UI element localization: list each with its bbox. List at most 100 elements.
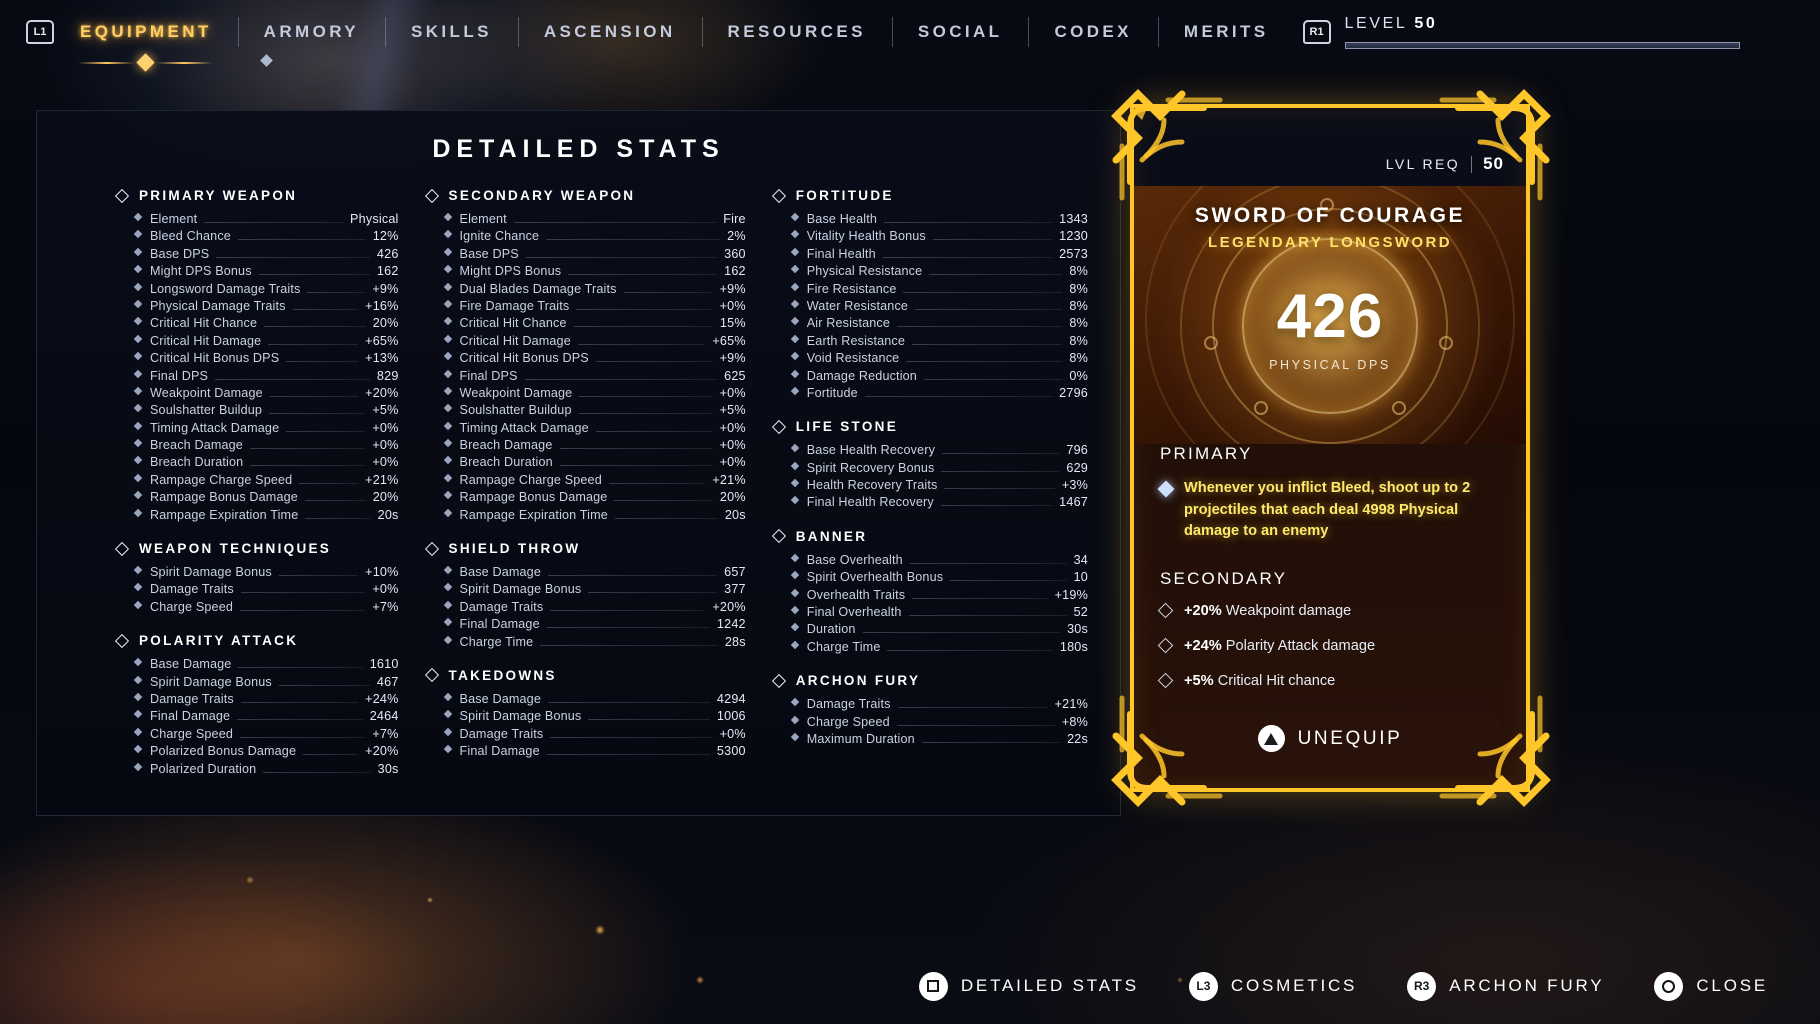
stat-row: Ignite Chance 2% <box>443 229 746 246</box>
bullet-diamond-icon <box>790 247 799 257</box>
stat-group-title: SHIELD THROW <box>448 541 581 557</box>
bullet-diamond-icon <box>443 456 452 465</box>
leader-line <box>950 580 1067 582</box>
leader-line <box>588 719 710 721</box>
nav-tab-codex[interactable]: CODEX <box>1028 15 1157 49</box>
prompt-close[interactable]: CLOSE <box>1654 971 1768 1001</box>
stat-value: 426 <box>376 246 399 261</box>
stat-row: Physical Resistance 8% <box>790 264 1088 281</box>
nav-tab-ascension[interactable]: ASCENSION <box>517 15 702 49</box>
leader-line <box>548 575 718 577</box>
leader-line <box>864 395 1053 397</box>
bullet-diamond-icon <box>133 727 143 737</box>
stat-value: 8% <box>1069 333 1088 348</box>
stat-label: Base DPS <box>459 246 519 261</box>
nav-tab-equipment[interactable]: EQUIPMENT <box>54 15 238 49</box>
leader-line <box>550 736 713 738</box>
leader-line <box>897 707 1048 709</box>
stat-value: +21% <box>1054 697 1088 712</box>
bullet-diamond-icon <box>133 508 143 517</box>
stat-value: 4294 <box>716 691 746 706</box>
unequip-button[interactable]: UNEQUIP <box>1134 725 1526 752</box>
stat-row: Rampage Bonus Damage 20% <box>133 490 399 507</box>
stat-label: Rampage Charge Speed <box>150 472 293 487</box>
stat-row: Vitality Health Bonus 1230 <box>790 229 1088 246</box>
stat-value: 20% <box>372 316 399 331</box>
leader-line <box>264 326 366 328</box>
stat-label: Base Overhealth <box>806 552 903 567</box>
stat-value: +13% <box>365 351 399 366</box>
primary-trait-row: Whenever you inflict Bleed, shoot up to … <box>1157 478 1500 543</box>
stat-row: Charge Time 28s <box>443 635 746 652</box>
stat-row: Soulshatter Buildup +5% <box>133 403 399 420</box>
nav-tab-merits[interactable]: MERITS <box>1157 15 1295 49</box>
stat-value: 2573 <box>1059 246 1088 261</box>
nav-tab-armory[interactable]: ARMORY <box>237 15 385 49</box>
prompt-archon-fury[interactable]: R3 ARCHON FURY <box>1407 971 1605 1001</box>
stat-group-title: BANNER <box>795 528 868 544</box>
nav-tab-resources[interactable]: RESOURCES <box>701 15 892 49</box>
bullet-diamond-icon <box>133 351 143 361</box>
diamond-icon <box>424 668 439 683</box>
bullet-diamond-icon <box>443 212 452 222</box>
stat-value: 1467 <box>1059 495 1088 510</box>
square-button-icon <box>918 971 948 1001</box>
item-card-frame: LVL REQ 50 SWORD OF COURAGE LEGENDARY LO… <box>1130 104 1530 792</box>
l1-button-icon[interactable]: L1 <box>26 20 54 44</box>
stat-row: Damage Traits +21% <box>790 697 1088 714</box>
stat-value: 2464 <box>369 709 399 724</box>
stat-value: +0% <box>719 455 746 470</box>
stat-row: Timing Attack Damage +0% <box>443 421 746 438</box>
stat-row: Bleed Chance 12% <box>133 229 399 246</box>
prompt-label: ARCHON FURY <box>1449 976 1605 995</box>
prompt-cosmetics[interactable]: L3 COSMETICS <box>1188 971 1357 1001</box>
bullet-diamond-icon <box>790 496 799 505</box>
diamond-icon <box>114 541 130 556</box>
prompt-detailed-stats[interactable]: DETAILED STATS <box>918 971 1139 1001</box>
bullet-diamond-icon <box>443 404 452 413</box>
bullet-diamond-icon <box>790 334 799 343</box>
leader-line <box>578 413 713 415</box>
stat-row: Spirit Damage Bonus 1006 <box>443 709 746 726</box>
prompt-label: CLOSE <box>1696 976 1768 995</box>
stat-rows: Damage Traits +21% Charge Speed +8% Maximum … <box>774 697 1088 749</box>
stat-row: Base Damage 657 <box>443 565 746 582</box>
leader-line <box>299 482 359 484</box>
stat-value: +0% <box>719 438 746 453</box>
nav-tab-skills[interactable]: SKILLS <box>385 15 518 49</box>
level-requirement: LVL REQ 50 <box>1386 154 1504 174</box>
diamond-icon <box>771 673 786 688</box>
stat-value: +10% <box>365 565 399 580</box>
leader-line <box>513 222 717 223</box>
nav-tab-social[interactable]: SOCIAL <box>891 15 1029 49</box>
leader-line <box>887 649 1053 651</box>
bullet-diamond-icon <box>790 553 799 563</box>
stat-label: Longsword Damage Traits <box>150 281 301 296</box>
stat-value: 8% <box>1069 264 1088 279</box>
diamond-icon <box>771 529 786 544</box>
leader-line <box>588 592 718 594</box>
stat-label: Maximum Duration <box>806 731 915 746</box>
stat-group-takedowns: TAKEDOWNS Base Damage 4294 Spirit Damage B… <box>424 668 746 762</box>
bullet-diamond-icon <box>133 247 143 257</box>
bullet-diamond-icon <box>133 710 143 719</box>
nav-tab-list: EQUIPMENT ARMORY SKILLS ASCENSION RESOUR… <box>54 12 1295 52</box>
stat-label: Soulshatter Buildup <box>150 403 263 418</box>
r1-button-icon[interactable]: R1 <box>1302 20 1331 44</box>
stat-label: Final DPS <box>150 368 209 383</box>
stat-group-primary-weapon: PRIMARY WEAPON Element Physical Bleed Chan… <box>114 188 399 525</box>
stat-row: Rampage Expiration Time 20s <box>443 508 746 525</box>
stat-value: +0% <box>372 455 399 470</box>
leader-line <box>546 239 721 241</box>
stats-columns: PRIMARY WEAPON Element Physical Bleed Chan… <box>37 164 1120 795</box>
leader-line <box>258 274 370 276</box>
stat-value: +20% <box>365 385 399 400</box>
equipped-item-card[interactable]: LVL REQ 50 SWORD OF COURAGE LEGENDARY LO… <box>1108 86 1554 810</box>
bullet-diamond-icon <box>790 461 799 470</box>
stat-value: +20% <box>365 744 399 759</box>
leader-line <box>912 343 1063 345</box>
stat-rows: Base Health 1343 Vitality Health Bonus 1230… <box>774 212 1088 403</box>
stat-row: Critical Hit Damage +65% <box>443 334 746 351</box>
bullet-diamond-icon <box>133 600 143 610</box>
stat-row: Spirit Damage Bonus 377 <box>443 582 746 599</box>
